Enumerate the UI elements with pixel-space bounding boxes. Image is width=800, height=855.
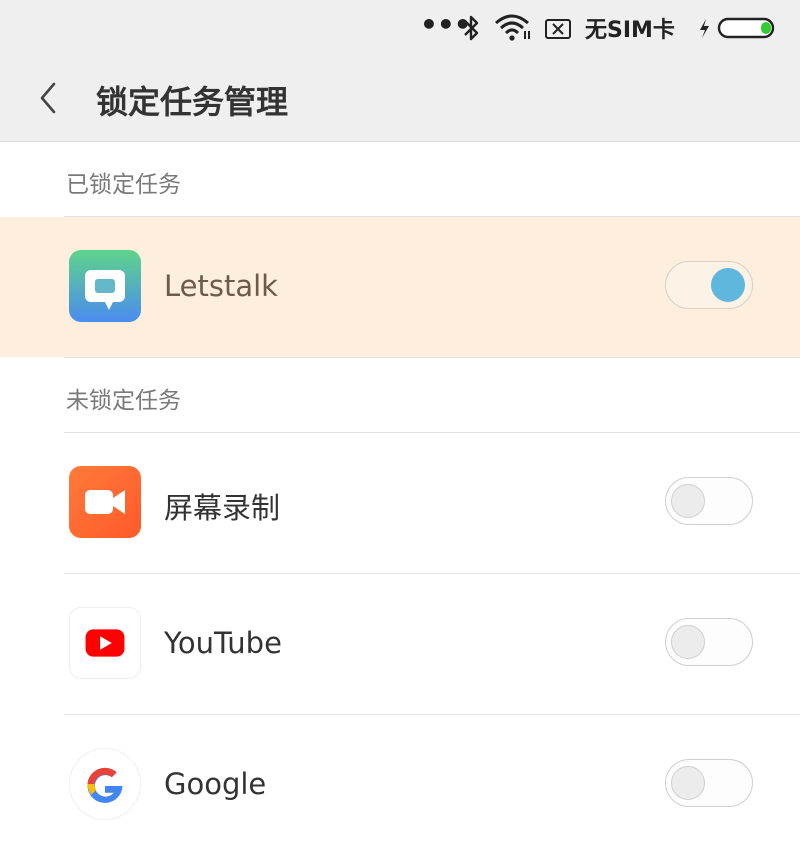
no-sim-icon xyxy=(544,0,572,56)
toggle-knob xyxy=(711,268,745,302)
chevron-left-icon xyxy=(40,82,56,114)
back-button[interactable] xyxy=(28,78,68,118)
list-item-youtube[interactable]: YouTube xyxy=(0,574,800,714)
section-header-unlocked: 未锁定任务 xyxy=(66,388,181,414)
toggle-knob xyxy=(671,484,705,518)
wifi-icon xyxy=(494,0,534,56)
page-title: 锁定任务管理 xyxy=(96,83,289,121)
bluetooth-icon xyxy=(460,0,482,56)
list-item-google[interactable]: Google xyxy=(0,715,800,855)
no-sim-text: 无SIM卡 xyxy=(585,18,675,43)
list-item-letstalk[interactable]: Letstalk xyxy=(0,217,800,357)
app-name: Letstalk xyxy=(164,269,278,303)
google-icon xyxy=(69,748,141,820)
letstalk-icon xyxy=(69,250,141,322)
charging-icon xyxy=(697,0,711,56)
lock-toggle[interactable] xyxy=(665,618,753,666)
screen-recorder-icon xyxy=(69,466,141,538)
toggle-knob xyxy=(671,766,705,800)
status-bar: ••• 无SIM卡 xyxy=(0,0,800,56)
app-name: Google xyxy=(164,767,267,801)
section-header-locked: 已锁定任务 xyxy=(66,172,181,198)
list-item-screen-recorder[interactable]: 屏幕录制 xyxy=(0,433,800,573)
divider xyxy=(64,357,800,358)
lock-toggle[interactable] xyxy=(665,477,753,525)
lock-toggle[interactable] xyxy=(665,759,753,807)
lock-toggle[interactable] xyxy=(665,261,753,309)
toggle-knob xyxy=(671,625,705,659)
youtube-icon xyxy=(69,607,141,679)
battery-icon xyxy=(717,0,779,56)
header: 锁定任务管理 xyxy=(0,56,800,142)
app-name: YouTube xyxy=(164,626,282,660)
app-name: 屏幕录制 xyxy=(164,491,281,525)
